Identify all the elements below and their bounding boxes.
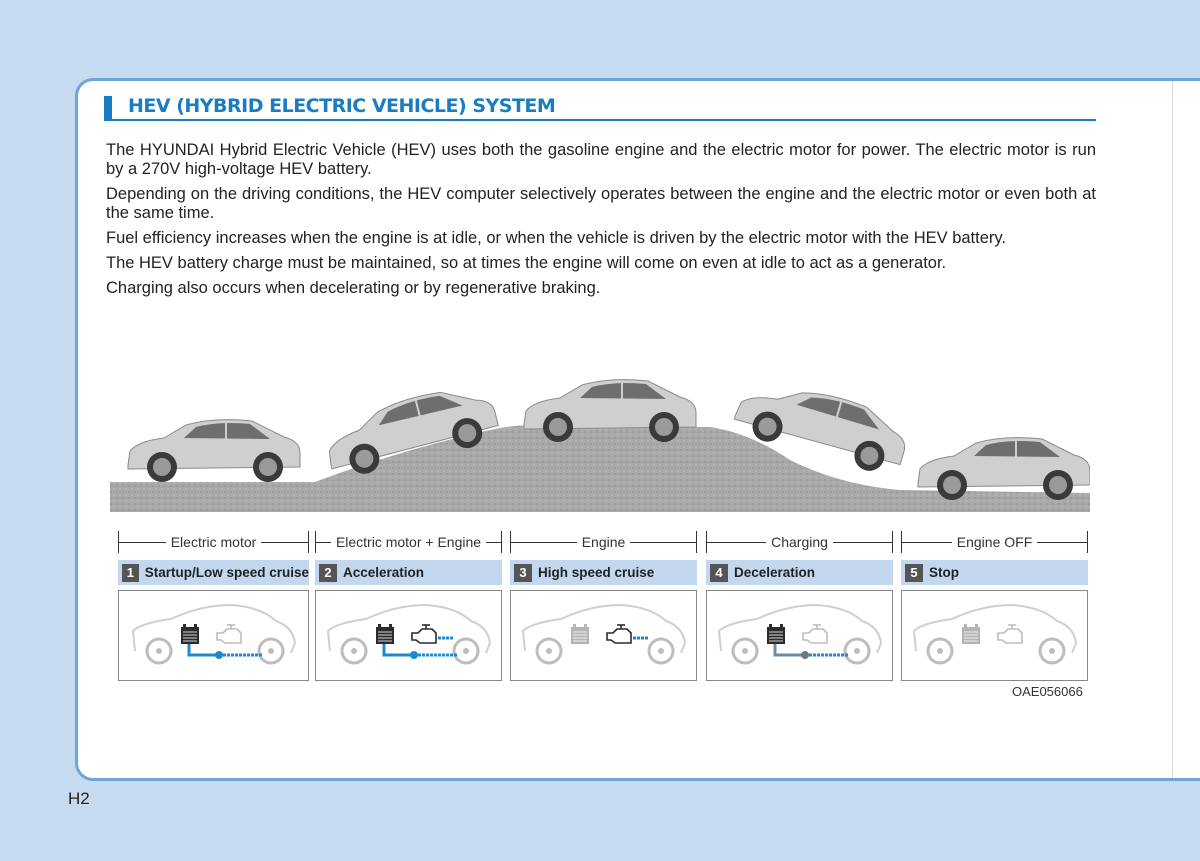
bracket-line (316, 541, 331, 543)
bracket-line (261, 541, 309, 543)
heading-accent-bar (104, 96, 112, 119)
bracket-line (1037, 541, 1088, 543)
car-outline (912, 603, 1078, 654)
mode-label-1: Electric motor (118, 531, 310, 553)
battery-icon (376, 624, 394, 644)
stage-diagram-5 (901, 590, 1088, 681)
mode-text: Charging (771, 534, 828, 550)
stage-header-3: 3 High speed cruise (510, 560, 697, 585)
stage-number-badge: 5 (905, 563, 923, 582)
bracket-line (630, 541, 696, 543)
stage-diagram-2 (315, 590, 502, 681)
car-outline (717, 603, 883, 654)
paragraph: The HYUNDAI Hybrid Electric Vehicle (HEV… (106, 141, 1096, 178)
powertrain-diagram (326, 603, 492, 665)
column-divider (1172, 81, 1173, 778)
stage-name: High speed cruise (538, 565, 655, 580)
stage-number-badge: 1 (122, 563, 139, 582)
stage-number-badge: 4 (710, 563, 728, 582)
engine-icon (411, 624, 437, 644)
wheel-icon (731, 637, 759, 665)
wheel-icon (452, 637, 480, 665)
stage-header-5: 5 Stop (901, 560, 1088, 585)
wheel-icon (257, 637, 285, 665)
battery-icon (767, 624, 785, 644)
powertrain-diagram (131, 603, 297, 665)
mode-text: Engine (581, 534, 626, 550)
stage-diagram-3 (510, 590, 697, 681)
section-heading: HEV (HYBRID ELECTRIC VEHICLE) SYSTEM (104, 95, 1096, 121)
stage-name: Deceleration (734, 565, 816, 580)
car-outline (131, 603, 297, 654)
stage-header-4: 4 Deceleration (706, 560, 893, 585)
bracket-line (119, 541, 166, 543)
bracket-line (902, 541, 952, 543)
paragraph: Charging also occurs when decelerating o… (106, 279, 601, 297)
mode-text: Engine OFF (956, 534, 1033, 550)
stage-name: Startup/Low speed cruise (144, 565, 309, 580)
wheel-icon (145, 637, 173, 665)
powertrain-diagram (912, 603, 1078, 665)
battery-icon (962, 624, 980, 644)
paragraph: The HEV battery charge must be maintaine… (106, 254, 947, 272)
figure-code: OAE056066 (1012, 684, 1083, 699)
bracket-line (707, 541, 767, 543)
powertrain-diagram (521, 603, 687, 665)
mode-label-3: Engine (510, 531, 697, 553)
section-title: HEV (HYBRID ELECTRIC VEHICLE) SYSTEM (128, 95, 556, 117)
bracket-tick (892, 531, 894, 553)
wheel-icon (340, 637, 368, 665)
wheel-icon (647, 637, 675, 665)
bracket-line (486, 541, 501, 543)
stage-number-badge: 3 (514, 563, 532, 582)
stage-header-2: 2 Acceleration (315, 560, 502, 585)
car-outline (521, 603, 687, 654)
stage-header-1: 1 Startup/Low speed cruise (118, 560, 309, 585)
bracket-tick (696, 531, 697, 553)
paragraph: Depending on the driving conditions, the… (106, 185, 1096, 222)
bracket-line (832, 541, 893, 543)
stage-name: Acceleration (343, 565, 425, 580)
bracket-tick (308, 531, 310, 553)
hill-scene-illustration (110, 370, 1090, 512)
bracket-tick (1087, 531, 1089, 553)
stage-diagram-1 (118, 590, 309, 681)
car-outline (326, 603, 492, 654)
engine-icon (802, 624, 828, 644)
engine-icon (997, 624, 1023, 644)
page-number: H2 (68, 789, 90, 808)
wheel-icon (1038, 637, 1066, 665)
engine-icon (606, 624, 632, 644)
powertrain-diagram (717, 603, 883, 665)
mode-label-4: Charging (706, 531, 894, 553)
stage-diagram-4 (706, 590, 893, 681)
car-5 (917, 436, 1090, 501)
wheel-icon (843, 637, 871, 665)
stage-number-badge: 2 (319, 563, 337, 582)
battery-icon (571, 624, 589, 644)
battery-icon (181, 624, 199, 644)
mode-label-2: Electric motor + Engine (315, 531, 502, 553)
wheel-icon (926, 637, 954, 665)
wheel-icon (535, 637, 563, 665)
mode-text: Electric motor + Engine (335, 534, 482, 550)
car-1 (127, 418, 301, 483)
mode-text: Electric motor (170, 534, 257, 550)
engine-icon (216, 624, 242, 644)
mode-label-5: Engine OFF (901, 531, 1089, 553)
paragraph: Fuel efficiency increases when the engin… (106, 229, 1007, 247)
bracket-tick (501, 531, 502, 553)
stage-name: Stop (929, 565, 959, 580)
body-text: The HYUNDAI Hybrid Electric Vehicle (HEV… (106, 141, 1096, 304)
bracket-line (511, 541, 577, 543)
